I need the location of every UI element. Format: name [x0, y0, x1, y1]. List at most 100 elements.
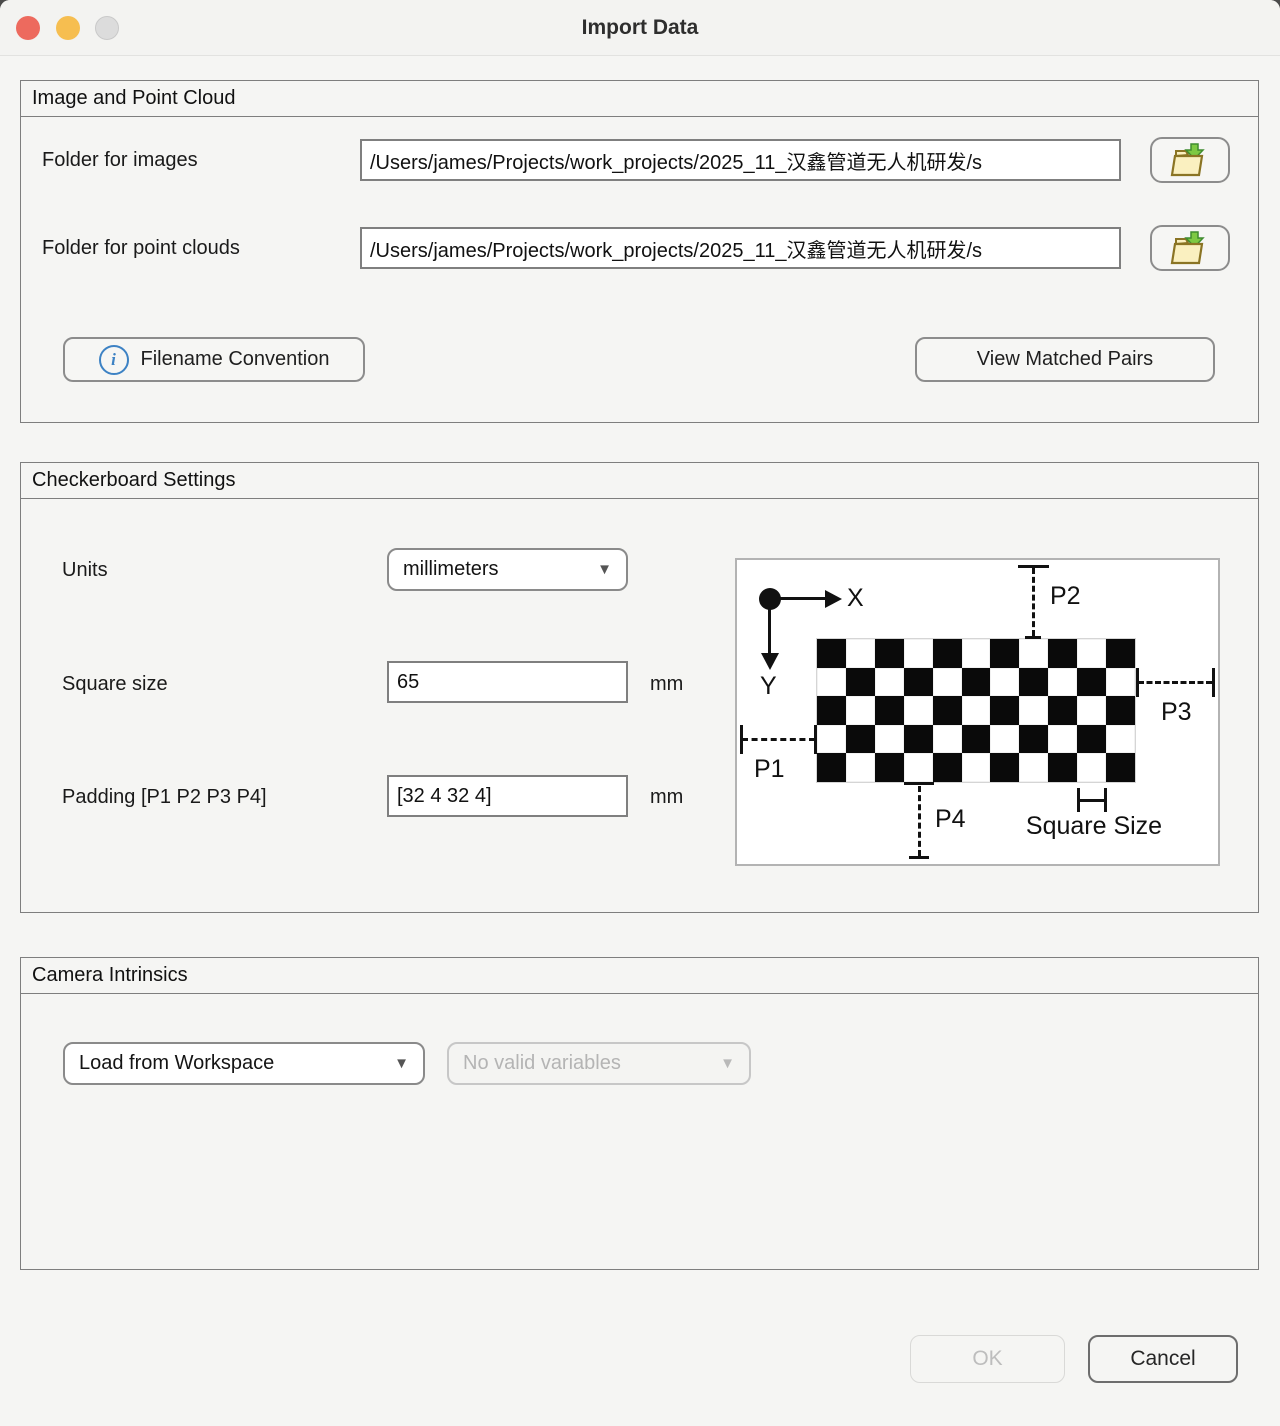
checkerboard-cell — [846, 639, 875, 668]
checkerboard-cell — [990, 696, 1019, 725]
checkerboard-cell — [904, 668, 933, 697]
checkerboard-cell — [933, 696, 962, 725]
checkerboard-cell — [817, 668, 846, 697]
checkerboard-cell — [1048, 639, 1077, 668]
checkerboard-cell — [962, 696, 991, 725]
checkerboard-cell — [1106, 668, 1135, 697]
view-matched-pairs-button[interactable]: View Matched Pairs — [915, 337, 1215, 382]
checkerboard-cell — [817, 639, 846, 668]
folder-for-point-clouds-input[interactable] — [360, 227, 1121, 269]
checkerboard-cell — [1077, 725, 1106, 754]
p2-label: P2 — [1050, 582, 1081, 611]
p4-board-tick — [904, 782, 934, 785]
checkerboard-cell — [1019, 696, 1048, 725]
units-label: Units — [62, 559, 108, 582]
checkerboard-cell — [1048, 668, 1077, 697]
checkerboard-cell — [904, 725, 933, 754]
checkerboard-cell — [817, 725, 846, 754]
checkerboard-cell — [1048, 725, 1077, 754]
checkerboard-cell — [817, 696, 846, 725]
title-bar: Import Data — [0, 0, 1280, 56]
section-camera-intrinsics: Camera Intrinsics — [20, 957, 1259, 1270]
window-title: Import Data — [0, 0, 1280, 55]
checkerboard-cell — [990, 639, 1019, 668]
chevron-down-icon: ▼ — [720, 1055, 735, 1072]
p1-dashed-line — [742, 738, 815, 741]
view-matched-pairs-label: View Matched Pairs — [977, 348, 1153, 371]
x-axis-line — [770, 597, 828, 600]
square-size-caption: Square Size — [1009, 812, 1179, 841]
square-size-unit: mm — [650, 673, 683, 696]
checkerboard-cell — [962, 639, 991, 668]
checkerboard-cell — [1019, 753, 1048, 782]
filename-convention-button[interactable]: i Filename Convention — [63, 337, 365, 382]
x-axis-label: X — [847, 584, 864, 613]
checkerboard-cell — [846, 725, 875, 754]
checkerboard-cell — [933, 639, 962, 668]
checkerboard-cell — [1019, 639, 1048, 668]
checkerboard-cell — [1077, 696, 1106, 725]
p2-dashed-line — [1032, 568, 1035, 636]
folder-for-point-clouds-label: Folder for point clouds — [42, 237, 240, 260]
y-axis-line — [768, 599, 771, 655]
checkerboard-cell — [933, 668, 962, 697]
units-value: millimeters — [403, 558, 499, 581]
import-data-dialog: Import Data Image and Point Cloud Folder… — [0, 0, 1280, 1426]
checkerboard-cell — [1048, 696, 1077, 725]
chevron-down-icon: ▼ — [394, 1055, 409, 1072]
checkerboard-cell — [1019, 668, 1048, 697]
section-title: Checkerboard Settings — [21, 463, 1258, 499]
p4-dashed-line — [918, 786, 921, 856]
browse-point-clouds-button[interactable] — [1150, 225, 1230, 271]
p4-end-tick — [909, 856, 929, 859]
p2-board-tick — [1025, 636, 1041, 639]
checkerboard-cell — [904, 639, 933, 668]
checkerboard-cell — [875, 753, 904, 782]
intrinsics-variable-dropdown: No valid variables ▼ — [447, 1042, 751, 1085]
p3-label: P3 — [1161, 698, 1192, 727]
padding-label: Padding [P1 P2 P3 P4] — [62, 786, 267, 809]
checkerboard-cell — [1106, 753, 1135, 782]
square-size-tick-right — [1104, 788, 1107, 812]
padding-input[interactable] — [387, 775, 628, 817]
square-size-input[interactable] — [387, 661, 628, 703]
folder-for-images-input[interactable] — [360, 139, 1121, 181]
checkerboard-cell — [1106, 696, 1135, 725]
checkerboard-cell — [875, 668, 904, 697]
checkerboard-cell — [1077, 753, 1106, 782]
browse-images-button[interactable] — [1150, 137, 1230, 183]
intrinsics-variable-value: No valid variables — [463, 1052, 621, 1075]
p4-label: P4 — [935, 805, 966, 834]
square-size-label: Square size — [62, 673, 168, 696]
p1-board-tick — [814, 725, 817, 754]
intrinsics-source-dropdown[interactable]: Load from Workspace ▼ — [63, 1042, 425, 1085]
open-folder-icon — [1169, 141, 1211, 179]
checkerboard-cell — [1019, 725, 1048, 754]
checkerboard-cell — [962, 725, 991, 754]
checkerboard-cell — [846, 668, 875, 697]
checkerboard-board — [817, 639, 1135, 782]
checkerboard-cell — [817, 753, 846, 782]
cancel-button[interactable]: Cancel — [1088, 1335, 1238, 1383]
open-folder-icon — [1169, 229, 1211, 267]
p1-label: P1 — [754, 755, 785, 784]
checkerboard-cell — [875, 725, 904, 754]
checkerboard-cell — [904, 753, 933, 782]
checkerboard-cell — [1077, 668, 1106, 697]
ok-label: OK — [972, 1347, 1002, 1371]
checkerboard-cell — [904, 696, 933, 725]
section-title: Image and Point Cloud — [21, 81, 1258, 117]
checkerboard-cell — [962, 753, 991, 782]
checkerboard-cell — [875, 696, 904, 725]
p3-end-tick — [1212, 668, 1215, 697]
checkerboard-cell — [933, 725, 962, 754]
y-axis-label: Y — [760, 672, 777, 701]
checkerboard-cell — [1106, 725, 1135, 754]
checkerboard-cell — [846, 753, 875, 782]
units-dropdown[interactable]: millimeters ▼ — [387, 548, 628, 591]
square-size-connector — [1078, 799, 1105, 802]
checkerboard-cell — [990, 668, 1019, 697]
y-axis-arrow-icon — [761, 653, 779, 670]
filename-convention-label: Filename Convention — [141, 348, 330, 371]
intrinsics-source-value: Load from Workspace — [79, 1052, 274, 1075]
